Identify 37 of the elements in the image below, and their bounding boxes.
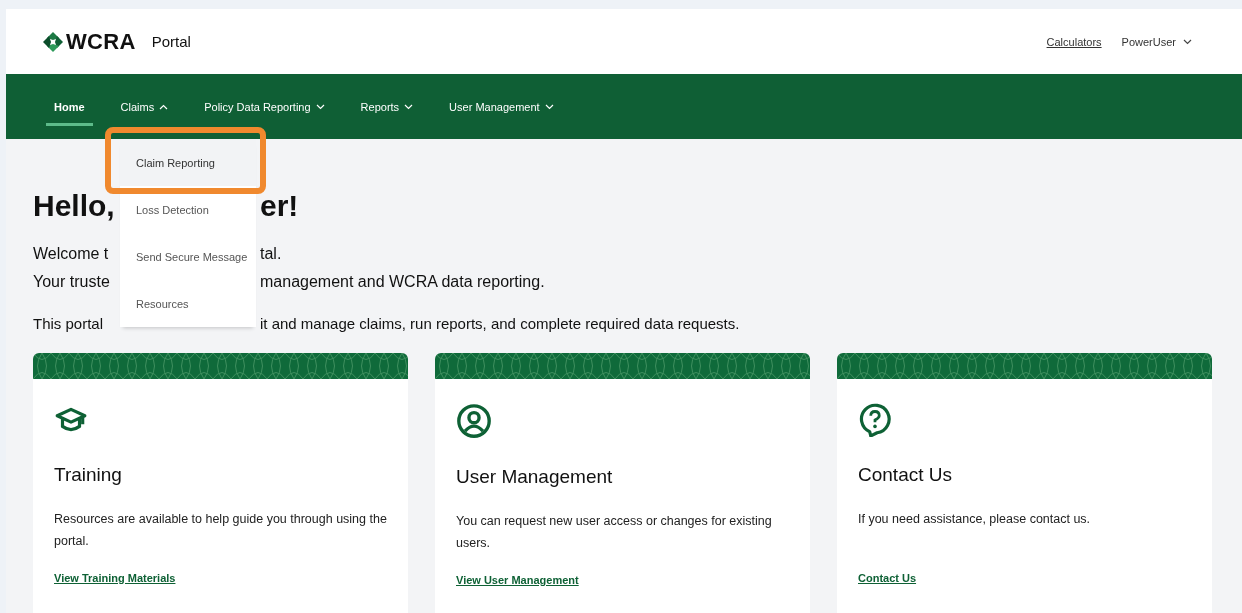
card-link[interactable]: Contact Us	[858, 572, 917, 584]
nav-tab[interactable]: Policy Data Reporting	[196, 90, 333, 126]
help-bubble-icon	[858, 403, 892, 437]
card-title: Training	[54, 464, 123, 486]
intro-text: This portal	[33, 314, 105, 332]
greeting-heading: er!	[260, 189, 300, 223]
intro-text: management and WCRA data reporting.	[260, 273, 546, 291]
nav-tab[interactable]: Reports	[352, 90, 422, 126]
chevron-down-icon	[544, 103, 554, 110]
nav-tab[interactable]: Claims	[112, 90, 177, 126]
product-name: Portal	[151, 33, 191, 50]
nav-tab[interactable]: User Management	[441, 90, 562, 126]
nav-tab[interactable]: Home	[46, 90, 93, 126]
logo-text: WCRA	[66, 28, 136, 55]
card-title: Contact Us	[858, 464, 953, 486]
chevron-up-icon	[159, 103, 169, 110]
user-menu[interactable]: PowerUser	[1121, 35, 1192, 48]
calculators-link[interactable]: Calculators	[1046, 35, 1102, 48]
intro-text: tal.	[260, 245, 283, 263]
card-link[interactable]: View User Management	[456, 574, 579, 586]
chevron-down-icon	[1183, 38, 1192, 45]
intro-text: Welcome t	[33, 245, 110, 263]
card-description: If you need assistance, please contact us.	[858, 511, 1092, 528]
chevron-down-icon	[404, 103, 414, 110]
card-description: Resources are available to help guide you through using the portal.	[54, 511, 387, 550]
user-circle-icon	[456, 403, 492, 439]
menu-item[interactable]: Send Secure Message	[120, 233, 256, 280]
menu-item[interactable]: Resources	[120, 280, 256, 327]
card-link[interactable]: View Training Materials	[54, 572, 176, 584]
card-title: User Management	[456, 466, 614, 488]
greeting-heading: Hello,	[33, 189, 116, 223]
card-description: You can request new user access or changes for existing users.	[456, 513, 773, 552]
chevron-down-icon	[315, 103, 325, 110]
menu-item[interactable]: Claim Reporting	[120, 139, 256, 186]
intro-text: it and manage claims, run reports, and complete required data requests.	[260, 314, 741, 332]
intro-text: Your truste	[33, 273, 111, 291]
logo-icon	[43, 31, 63, 52]
